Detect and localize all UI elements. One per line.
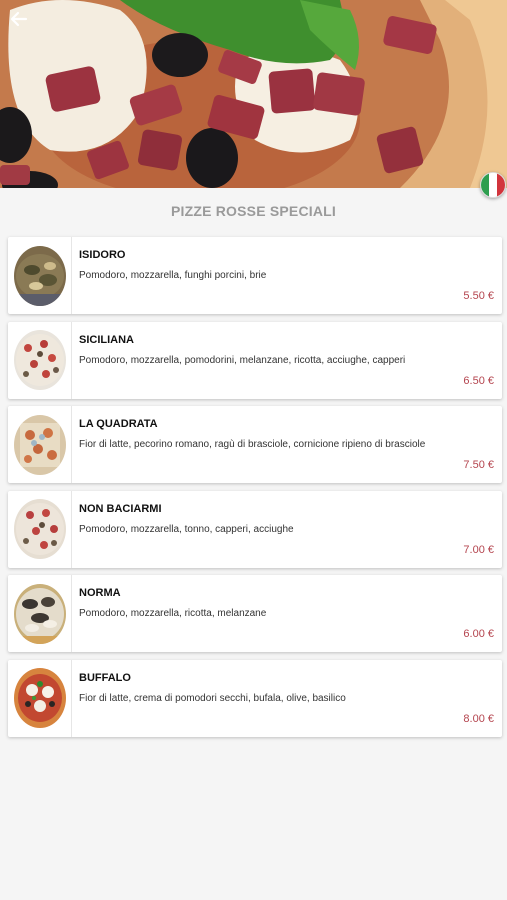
item-price: 6.00 € xyxy=(463,628,494,640)
pizza-thumbnail xyxy=(13,499,66,559)
item-info: NORMA Pomodoro, mozzarella, ricotta, mel… xyxy=(72,575,502,652)
pizza-thumbnail xyxy=(13,583,66,644)
menu-item[interactable]: ISIDORO Pomodoro, mozzarella, funghi por… xyxy=(8,237,502,314)
thumb-cell xyxy=(8,490,72,568)
back-button[interactable] xyxy=(6,6,32,32)
item-price: 8.00 € xyxy=(463,712,494,725)
item-info: ISIDORO Pomodoro, mozzarella, funghi por… xyxy=(72,237,502,314)
pizza-thumbnail xyxy=(13,330,66,390)
item-description: Pomodoro, mozzarella, funghi porcini, br… xyxy=(79,270,267,281)
pizza-hero-illustration xyxy=(0,0,507,188)
menu-item[interactable]: BUFFALO Fior di latte, crema di pomodori… xyxy=(8,659,502,737)
pizza-thumbnail xyxy=(13,245,66,306)
item-price: 5.50 € xyxy=(463,290,494,302)
item-description: Fior di latte, crema di pomodori secchi,… xyxy=(79,692,346,704)
item-name: ISIDORO xyxy=(79,249,126,261)
item-info: NON BACIARMI Pomodoro, mozzarella, tonno… xyxy=(72,491,502,568)
item-description: Pomodoro, mozzarella, pomodorini, melanz… xyxy=(79,354,406,366)
item-price: 6.50 € xyxy=(463,374,494,387)
item-info: SICILIANA Pomodoro, mozzarella, pomodori… xyxy=(72,322,502,399)
item-name: NORMA xyxy=(79,587,121,599)
thumb-cell xyxy=(8,659,72,737)
item-name: NON BACIARMI xyxy=(79,502,162,515)
item-info: LA QUADRATA Fior di latte, pecorino roma… xyxy=(72,406,502,483)
item-price: 7.00 € xyxy=(463,543,494,556)
item-price: 7.50 € xyxy=(463,459,494,471)
thumb-cell xyxy=(8,321,72,399)
menu-item[interactable]: NORMA Pomodoro, mozzarella, ricotta, mel… xyxy=(8,575,502,652)
menu-item[interactable]: NON BACIARMI Pomodoro, mozzarella, tonno… xyxy=(8,490,502,568)
item-description: Pomodoro, mozzarella, ricotta, melanzane xyxy=(79,608,267,619)
item-description: Pomodoro, mozzarella, tonno, capperi, ac… xyxy=(79,523,294,535)
thumb-cell xyxy=(8,406,72,483)
menu-list: ISIDORO Pomodoro, mozzarella, funghi por… xyxy=(8,237,502,744)
menu-item[interactable]: LA QUADRATA Fior di latte, pecorino roma… xyxy=(8,406,502,483)
menu-item[interactable]: SICILIANA Pomodoro, mozzarella, pomodori… xyxy=(8,321,502,399)
pizza-thumbnail xyxy=(13,668,66,728)
flag-white-stripe xyxy=(489,173,497,197)
language-button[interactable] xyxy=(480,172,506,198)
flag-green-stripe xyxy=(481,173,489,197)
section-title: PIZZE ROSSE SPECIALI xyxy=(170,203,337,219)
arrow-left-icon xyxy=(10,11,28,27)
item-name: BUFFALO xyxy=(79,671,131,684)
pizza-thumbnail xyxy=(13,414,66,475)
thumb-cell xyxy=(8,575,72,652)
item-name: SICILIANA xyxy=(79,333,134,346)
item-info: BUFFALO Fior di latte, crema di pomodori… xyxy=(72,660,502,737)
item-description: Fior di latte, pecorino romano, ragù di … xyxy=(79,439,426,450)
thumb-cell xyxy=(8,237,72,314)
hero-image xyxy=(0,0,507,188)
item-name: LA QUADRATA xyxy=(79,418,158,430)
